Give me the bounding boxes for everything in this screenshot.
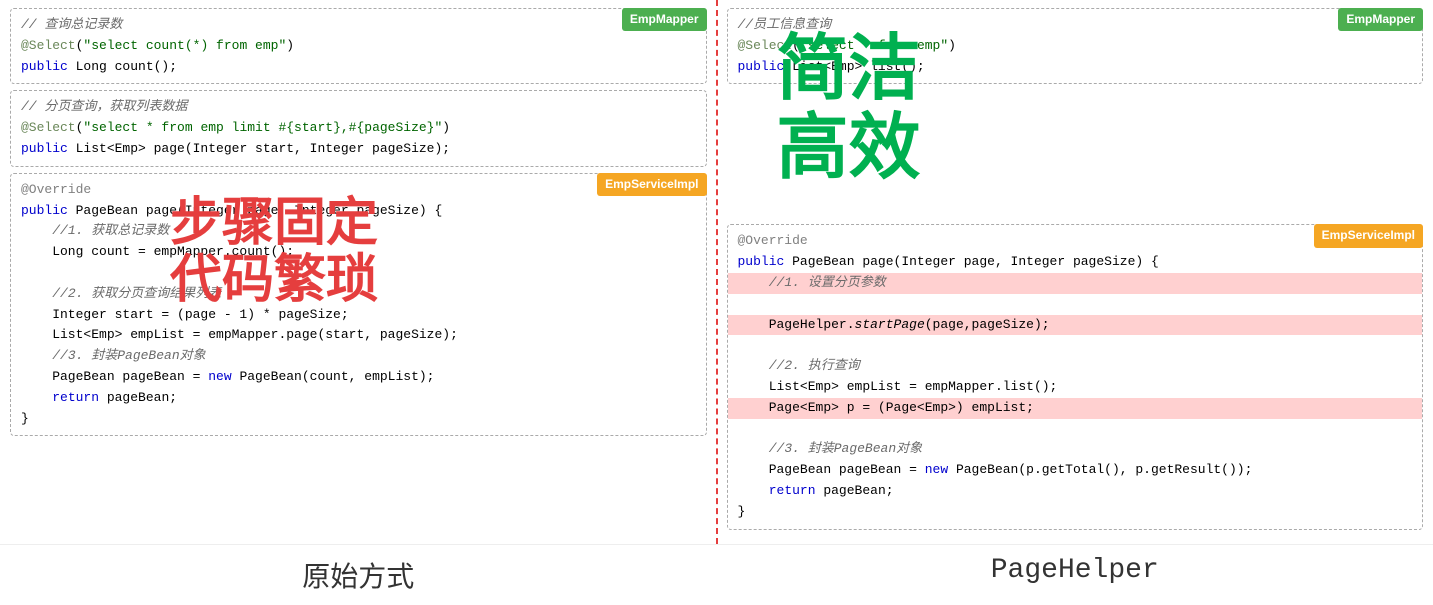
right-b2-hl3: Page<Emp> p = (Page<Emp>) empList; bbox=[728, 398, 1423, 419]
right-b2-close: } bbox=[738, 504, 746, 519]
right-panel: EmpMapper //员工信息查询 @Select("select * fro… bbox=[717, 0, 1433, 544]
left-code-block-1: EmpMapper // 查询总记录数 @Select("select coun… bbox=[10, 8, 707, 84]
left-code-block-3: EmpServiceImpl @Override public PageBean… bbox=[10, 173, 707, 437]
left-b3-override: @Override bbox=[21, 182, 91, 197]
left-b1-line3: public Long count(); bbox=[21, 59, 177, 74]
footer-left-label: 原始方式 bbox=[0, 555, 717, 595]
right-b2-override: @Override bbox=[738, 233, 808, 248]
right-b2-ret: return pageBean; bbox=[738, 483, 894, 498]
right-b1-line1: //员工信息查询 bbox=[738, 17, 832, 32]
main-container: EmpMapper // 查询总记录数 @Select("select coun… bbox=[0, 0, 1433, 544]
left-b3-ret: return pageBean; bbox=[21, 390, 177, 405]
right-b2-c3: //3. 封装PageBean对象 bbox=[738, 441, 923, 456]
right-b2-hl1: //1. 设置分页参数 bbox=[728, 273, 1423, 294]
footer: 原始方式 PageHelper bbox=[0, 544, 1433, 605]
left-badge-1: EmpMapper bbox=[622, 8, 707, 31]
left-b3-c2: //2. 获取分页查询结果列表 bbox=[21, 286, 221, 301]
right-b2-hl2: PageHelper.startPage(page,pageSize); bbox=[728, 315, 1423, 336]
left-panel: EmpMapper // 查询总记录数 @Select("select coun… bbox=[0, 0, 717, 544]
left-b3-sig: public PageBean page(Integer page, Integ… bbox=[21, 203, 442, 218]
right-b2-l1: List<Emp> empList = empMapper.list(); bbox=[738, 379, 1058, 394]
left-b3-l1: Long count = empMapper.count(); bbox=[21, 244, 294, 259]
right-big-line2: 高效 bbox=[777, 109, 921, 188]
right-code-block-2: EmpServiceImpl @Override public PageBean… bbox=[727, 224, 1424, 529]
footer-right-label: PageHelper bbox=[717, 555, 1433, 595]
right-b2-c2: //2. 执行查询 bbox=[738, 358, 860, 373]
right-b1-line3: public List<Emp> list(); bbox=[738, 59, 925, 74]
left-b2-line1: // 分页查询，获取列表数据 bbox=[21, 99, 187, 114]
left-code-block-2: // 分页查询，获取列表数据 @Select("select * from em… bbox=[10, 90, 707, 166]
vertical-divider bbox=[716, 0, 718, 544]
left-badge-3: EmpServiceImpl bbox=[597, 173, 706, 196]
left-b3-empty bbox=[21, 265, 29, 280]
right-b1-line2: @Select("select * from emp") bbox=[738, 38, 956, 53]
left-b3-c1: //1. 获取总记录数 bbox=[21, 223, 169, 238]
left-b3-l3: List<Emp> empList = empMapper.page(start… bbox=[21, 327, 458, 342]
left-b3-l4: PageBean pageBean = new PageBean(count, … bbox=[21, 369, 434, 384]
left-b1-line1: // 查询总记录数 bbox=[21, 17, 122, 32]
left-b2-line3: public List<Emp> page(Integer start, Int… bbox=[21, 141, 450, 156]
left-b2-line2: @Select("select * from emp limit #{start… bbox=[21, 120, 450, 135]
right-b2-l2: PageBean pageBean = new PageBean(p.getTo… bbox=[738, 462, 1253, 477]
right-b2-sig: public PageBean page(Integer page, Integ… bbox=[738, 254, 1159, 269]
right-badge-2: EmpServiceImpl bbox=[1314, 224, 1423, 247]
right-code-block-1: EmpMapper //员工信息查询 @Select("select * fro… bbox=[727, 8, 1424, 84]
right-badge-1: EmpMapper bbox=[1338, 8, 1423, 31]
left-b1-line2: @Select("select count(*) from emp") bbox=[21, 38, 294, 53]
left-b3-close: } bbox=[21, 411, 29, 426]
left-b3-l2: Integer start = (page - 1) * pageSize; bbox=[21, 307, 349, 322]
left-b3-c3: //3. 封装PageBean对象 bbox=[21, 348, 206, 363]
